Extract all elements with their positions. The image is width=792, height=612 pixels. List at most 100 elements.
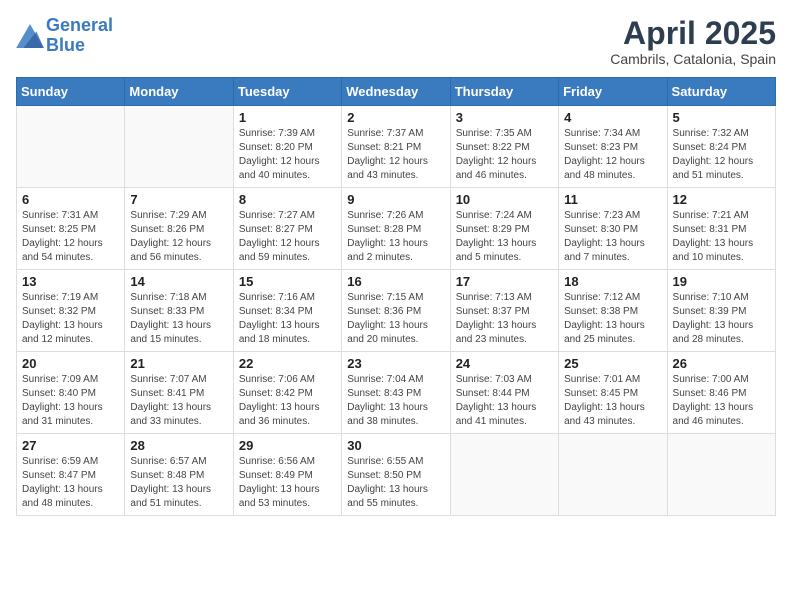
calendar-cell: 5 Sunrise: 7:32 AMSunset: 8:24 PMDaylight… xyxy=(667,106,775,188)
day-info: Sunrise: 7:19 AMSunset: 8:32 PMDaylight:… xyxy=(22,291,119,347)
day-info: Sunrise: 7:06 AMSunset: 8:42 PMDaylight:… xyxy=(239,373,336,429)
calendar-cell: 11Sunrise: 7:23 AMSunset: 8:30 PMDayligh… xyxy=(559,188,667,270)
day-number: 17 xyxy=(456,274,553,289)
calendar-cell: 16 Sunrise: 7:15 AMSunset: 8:36 PMDayligh… xyxy=(342,270,450,352)
calendar-cell: 2 Sunrise: 7:37 AMSunset: 8:21 PMDaylight… xyxy=(342,106,450,188)
day-info: Sunrise: 7:34 AMSunset: 8:23 PMDaylight:… xyxy=(564,127,661,183)
calendar-cell: 29Sunrise: 6:56 AMSunset: 8:49 PMDayligh… xyxy=(233,434,341,516)
day-number: 3 xyxy=(456,110,553,125)
calendar-cell: 4 Sunrise: 7:34 AMSunset: 8:23 PMDaylight… xyxy=(559,106,667,188)
day-number: 25 xyxy=(564,356,661,371)
month-title: April 2025 xyxy=(610,16,776,51)
day-number: 24 xyxy=(456,356,553,371)
calendar-cell: 19 Sunrise: 7:10 AMSunset: 8:39 PMDayligh… xyxy=(667,270,775,352)
day-info: Sunrise: 6:55 AMSunset: 8:50 PMDaylight:… xyxy=(347,455,444,511)
day-info: Sunrise: 7:09 AMSunset: 8:40 PMDaylight:… xyxy=(22,373,119,429)
day-number: 22 xyxy=(239,356,336,371)
calendar-cell: 7 Sunrise: 7:29 AMSunset: 8:26 PMDaylight… xyxy=(125,188,233,270)
day-info: Sunrise: 6:59 AMSunset: 8:47 PMDaylight:… xyxy=(22,455,119,511)
weekday-header: Wednesday xyxy=(342,78,450,106)
calendar-header-row: SundayMondayTuesdayWednesdayThursdayFrid… xyxy=(17,78,776,106)
day-number: 2 xyxy=(347,110,444,125)
weekday-header: Friday xyxy=(559,78,667,106)
weekday-header: Tuesday xyxy=(233,78,341,106)
day-number: 11 xyxy=(564,192,661,207)
title-area: April 2025 Cambrils, Catalonia, Spain xyxy=(610,16,776,67)
calendar-cell xyxy=(559,434,667,516)
day-number: 28 xyxy=(130,438,227,453)
day-info: Sunrise: 7:29 AMSunset: 8:26 PMDaylight:… xyxy=(130,209,227,265)
day-info: Sunrise: 7:10 AMSunset: 8:39 PMDaylight:… xyxy=(673,291,770,347)
page-header: General Blue April 2025 Cambrils, Catalo… xyxy=(16,16,776,67)
day-number: 4 xyxy=(564,110,661,125)
calendar-cell: 9Sunrise: 7:26 AMSunset: 8:28 PMDaylight… xyxy=(342,188,450,270)
day-number: 14 xyxy=(130,274,227,289)
day-number: 1 xyxy=(239,110,336,125)
day-info: Sunrise: 7:03 AMSunset: 8:44 PMDaylight:… xyxy=(456,373,553,429)
calendar-cell: 30 Sunrise: 6:55 AMSunset: 8:50 PMDayligh… xyxy=(342,434,450,516)
weekday-header: Sunday xyxy=(17,78,125,106)
calendar-cell: 24 Sunrise: 7:03 AMSunset: 8:44 PMDayligh… xyxy=(450,352,558,434)
day-number: 21 xyxy=(130,356,227,371)
calendar-cell: 13Sunrise: 7:19 AMSunset: 8:32 PMDayligh… xyxy=(17,270,125,352)
day-number: 29 xyxy=(239,438,336,453)
day-info: Sunrise: 7:21 AMSunset: 8:31 PMDaylight:… xyxy=(673,209,770,265)
day-info: Sunrise: 7:32 AMSunset: 8:24 PMDaylight:… xyxy=(673,127,770,183)
weekday-header: Saturday xyxy=(667,78,775,106)
day-number: 26 xyxy=(673,356,770,371)
day-info: Sunrise: 7:27 AMSunset: 8:27 PMDaylight:… xyxy=(239,209,336,265)
day-info: Sunrise: 7:37 AMSunset: 8:21 PMDaylight:… xyxy=(347,127,444,183)
day-info: Sunrise: 7:31 AMSunset: 8:25 PMDaylight:… xyxy=(22,209,119,265)
logo-text: General Blue xyxy=(46,16,113,56)
logo-icon xyxy=(16,24,44,48)
logo-line2: Blue xyxy=(46,35,85,55)
calendar-cell: 22 Sunrise: 7:06 AMSunset: 8:42 PMDayligh… xyxy=(233,352,341,434)
logo: General Blue xyxy=(16,16,113,56)
day-info: Sunrise: 7:16 AMSunset: 8:34 PMDaylight:… xyxy=(239,291,336,347)
calendar-cell: 6 Sunrise: 7:31 AMSunset: 8:25 PMDaylight… xyxy=(17,188,125,270)
calendar-cell xyxy=(450,434,558,516)
day-info: Sunrise: 7:04 AMSunset: 8:43 PMDaylight:… xyxy=(347,373,444,429)
calendar-week-row: 1 Sunrise: 7:39 AMSunset: 8:20 PMDaylight… xyxy=(17,106,776,188)
calendar-cell: 10Sunrise: 7:24 AMSunset: 8:29 PMDayligh… xyxy=(450,188,558,270)
day-number: 5 xyxy=(673,110,770,125)
calendar-cell: 28 Sunrise: 6:57 AMSunset: 8:48 PMDayligh… xyxy=(125,434,233,516)
calendar-cell: 14 Sunrise: 7:18 AMSunset: 8:33 PMDayligh… xyxy=(125,270,233,352)
calendar-week-row: 6 Sunrise: 7:31 AMSunset: 8:25 PMDaylight… xyxy=(17,188,776,270)
calendar-table: SundayMondayTuesdayWednesdayThursdayFrid… xyxy=(16,77,776,516)
calendar-cell: 1 Sunrise: 7:39 AMSunset: 8:20 PMDaylight… xyxy=(233,106,341,188)
calendar-week-row: 20 Sunrise: 7:09 AMSunset: 8:40 PMDayligh… xyxy=(17,352,776,434)
calendar-cell xyxy=(17,106,125,188)
day-info: Sunrise: 7:07 AMSunset: 8:41 PMDaylight:… xyxy=(130,373,227,429)
calendar-cell xyxy=(667,434,775,516)
day-number: 16 xyxy=(347,274,444,289)
day-number: 18 xyxy=(564,274,661,289)
day-info: Sunrise: 6:57 AMSunset: 8:48 PMDaylight:… xyxy=(130,455,227,511)
day-number: 20 xyxy=(22,356,119,371)
weekday-header: Monday xyxy=(125,78,233,106)
calendar-cell: 26 Sunrise: 7:00 AMSunset: 8:46 PMDayligh… xyxy=(667,352,775,434)
day-info: Sunrise: 7:26 AMSunset: 8:28 PMDaylight:… xyxy=(347,209,444,265)
calendar-cell: 23 Sunrise: 7:04 AMSunset: 8:43 PMDayligh… xyxy=(342,352,450,434)
day-number: 6 xyxy=(22,192,119,207)
logo-line1: General xyxy=(46,15,113,35)
calendar-cell: 8Sunrise: 7:27 AMSunset: 8:27 PMDaylight… xyxy=(233,188,341,270)
day-number: 19 xyxy=(673,274,770,289)
calendar-cell: 27 Sunrise: 6:59 AMSunset: 8:47 PMDayligh… xyxy=(17,434,125,516)
calendar-cell: 17Sunrise: 7:13 AMSunset: 8:37 PMDayligh… xyxy=(450,270,558,352)
day-info: Sunrise: 7:35 AMSunset: 8:22 PMDaylight:… xyxy=(456,127,553,183)
day-info: Sunrise: 7:18 AMSunset: 8:33 PMDaylight:… xyxy=(130,291,227,347)
day-info: Sunrise: 7:15 AMSunset: 8:36 PMDaylight:… xyxy=(347,291,444,347)
day-number: 27 xyxy=(22,438,119,453)
calendar-cell: 3 Sunrise: 7:35 AMSunset: 8:22 PMDaylight… xyxy=(450,106,558,188)
day-number: 23 xyxy=(347,356,444,371)
day-info: Sunrise: 7:00 AMSunset: 8:46 PMDaylight:… xyxy=(673,373,770,429)
calendar-cell: 25 Sunrise: 7:01 AMSunset: 8:45 PMDayligh… xyxy=(559,352,667,434)
calendar-week-row: 13Sunrise: 7:19 AMSunset: 8:32 PMDayligh… xyxy=(17,270,776,352)
day-info: Sunrise: 7:01 AMSunset: 8:45 PMDaylight:… xyxy=(564,373,661,429)
weekday-header: Thursday xyxy=(450,78,558,106)
day-info: Sunrise: 7:39 AMSunset: 8:20 PMDaylight:… xyxy=(239,127,336,183)
day-number: 7 xyxy=(130,192,227,207)
day-number: 15 xyxy=(239,274,336,289)
day-number: 30 xyxy=(347,438,444,453)
